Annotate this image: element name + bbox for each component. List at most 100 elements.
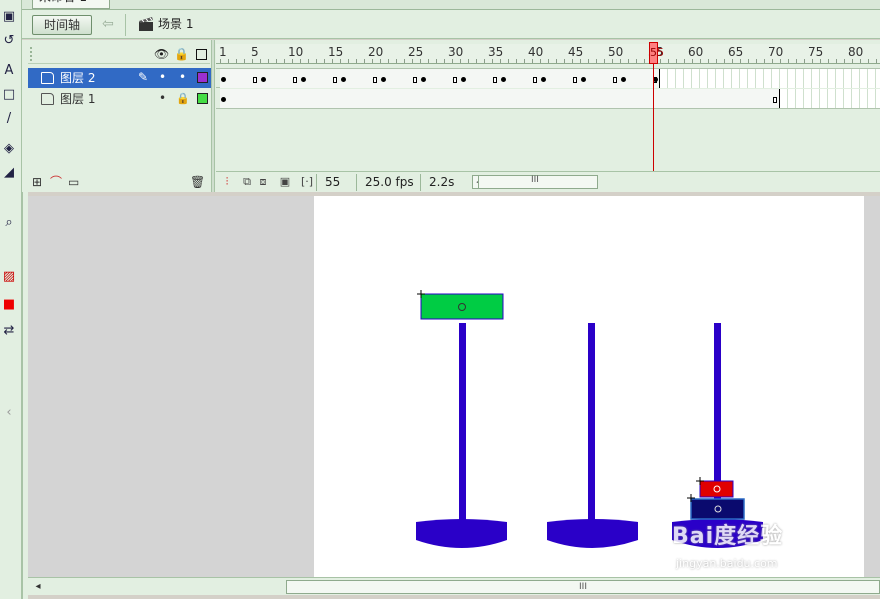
scroll-thumb[interactable]: III [286, 580, 880, 594]
keyframe[interactable] [341, 77, 346, 82]
onion-skin-outlines-icon[interactable]: ⧈ [256, 175, 270, 189]
edit-multiple-frames-icon[interactable]: ▣ [278, 175, 292, 189]
ruler-tick [292, 59, 293, 63]
text-tool-icon[interactable]: A [0, 62, 18, 80]
center-frame-icon[interactable]: ⫶ [220, 175, 234, 189]
ruler-label: 45 [568, 45, 584, 59]
disk-navy [690, 498, 745, 520]
ruler-tick [300, 59, 301, 63]
ruler-tick [812, 59, 813, 63]
keyframe[interactable] [541, 77, 546, 82]
empty-frames [660, 69, 880, 88]
frame-row-layer-2[interactable] [216, 68, 880, 88]
keyframe[interactable] [301, 77, 306, 82]
layer-row-2[interactable]: 图层 2 ✎ • • [28, 68, 211, 88]
keyframe[interactable] [221, 97, 226, 102]
scene-label[interactable]: 场景 1 [158, 16, 193, 32]
zoom-tool-icon[interactable]: ⌕ [0, 214, 18, 232]
onion-skin-icon[interactable]: ⧉ [240, 175, 254, 189]
visibility-dot[interactable]: • [159, 91, 166, 105]
timeline-splitter[interactable] [211, 40, 215, 192]
ruler-tick [724, 59, 725, 63]
outline-color-box[interactable] [197, 72, 208, 83]
keyframe[interactable] [621, 77, 626, 82]
ruler-tick [316, 59, 317, 63]
fill-color-icon[interactable]: ■ [0, 296, 18, 314]
keyframe[interactable] [421, 77, 426, 82]
keyframe[interactable] [581, 77, 586, 82]
timeline-scrollbar[interactable]: III [478, 175, 598, 189]
frame-rate-readout[interactable]: 25.0 fps [356, 174, 420, 191]
ruler-tick [284, 59, 285, 63]
delete-layer-icon[interactable]: 🗑 [190, 174, 205, 190]
ruler-tick [516, 59, 517, 63]
frame-row-layer-1[interactable] [216, 89, 880, 109]
lasso-tool-icon[interactable]: ↺ [0, 32, 18, 50]
keyframe[interactable] [381, 77, 386, 82]
end-frame-marker[interactable] [533, 77, 537, 83]
ruler-tick [308, 59, 309, 63]
add-motion-guide-icon[interactable]: ⌒ [50, 174, 62, 190]
end-frame-marker[interactable] [293, 77, 297, 83]
ruler-label: 50 [608, 45, 624, 59]
ruler-label: 70 [768, 45, 784, 59]
panel-grip[interactable] [30, 47, 34, 61]
keyframe[interactable] [261, 77, 266, 82]
stage-horizontal-scrollbar[interactable]: ◂ III [28, 577, 880, 595]
eye-icon[interactable]: 👁 [154, 47, 169, 61]
elapsed-time-readout: 2.2s [420, 174, 472, 191]
end-frame-marker[interactable] [573, 77, 577, 83]
insert-layer-icon[interactable]: ⊞ [32, 174, 42, 190]
separator [125, 14, 126, 36]
end-frame-marker[interactable] [493, 77, 497, 83]
outline-icon[interactable] [194, 47, 208, 61]
visibility-dot[interactable]: • [159, 70, 166, 84]
frame-ruler[interactable]: 15101520253035404550556065707580 [216, 44, 880, 64]
keyframe[interactable] [221, 77, 226, 82]
timeline-toggle-button[interactable]: 时间轴 [32, 15, 92, 35]
layer-icon [41, 72, 54, 84]
playhead-line [653, 64, 654, 172]
end-frame-marker[interactable] [413, 77, 417, 83]
lock-icon[interactable]: 🔒 [176, 92, 190, 105]
end-frame-marker[interactable] [373, 77, 377, 83]
collapse-arrow-icon[interactable]: ‹ [0, 404, 18, 422]
outline-color-box[interactable] [197, 93, 208, 104]
layer-row-1[interactable]: 图层 1 • 🔒 [28, 89, 211, 109]
playhead[interactable]: 55 [649, 42, 664, 64]
ruler-tick [572, 59, 573, 63]
ruler-tick [556, 59, 557, 63]
layer-name[interactable]: 图层 2 [60, 71, 95, 85]
lock-icon[interactable]: 🔒 [174, 47, 189, 61]
insert-folder-icon[interactable]: ▭ [68, 174, 79, 190]
end-frame-marker[interactable] [453, 77, 457, 83]
ruler-tick [524, 59, 525, 63]
base-left [416, 519, 507, 548]
scroll-left-icon[interactable]: ◂ [32, 581, 44, 593]
back-arrow-icon[interactable]: ⇦ [102, 15, 118, 33]
current-frame-readout: 55 [316, 174, 356, 191]
modify-onion-markers-icon[interactable]: [·] [300, 175, 314, 189]
stroke-color-icon[interactable]: ▨ [0, 268, 18, 286]
ruler-label: 25 [408, 45, 424, 59]
end-frame-marker[interactable] [773, 97, 777, 103]
edit-bar: 时间轴 ⇦ 场景 1 [22, 10, 880, 39]
keyframe[interactable] [501, 77, 506, 82]
eraser-tool-icon[interactable]: ◢ [0, 164, 18, 182]
ruler-tick [484, 59, 485, 63]
transform-tool-icon[interactable]: ▣ [0, 8, 18, 26]
end-frame-marker[interactable] [613, 77, 617, 83]
paint-bucket-icon[interactable]: ◈ [0, 140, 18, 158]
layer-name[interactable]: 图层 1 [60, 92, 95, 106]
ruler-tick [500, 59, 501, 63]
rectangle-tool-icon[interactable]: □ [0, 86, 18, 104]
end-frame-marker[interactable] [253, 77, 257, 83]
swap-colors-icon[interactable]: ⇄ [0, 322, 18, 340]
document-tab[interactable]: 未命名-1 [32, 0, 110, 9]
ruler-tick [548, 59, 549, 63]
end-frame-marker[interactable] [333, 77, 337, 83]
ruler-tick [860, 59, 861, 63]
pencil-tool-icon[interactable]: / [0, 110, 18, 128]
keyframe[interactable] [461, 77, 466, 82]
lock-dot[interactable]: • [179, 70, 186, 84]
